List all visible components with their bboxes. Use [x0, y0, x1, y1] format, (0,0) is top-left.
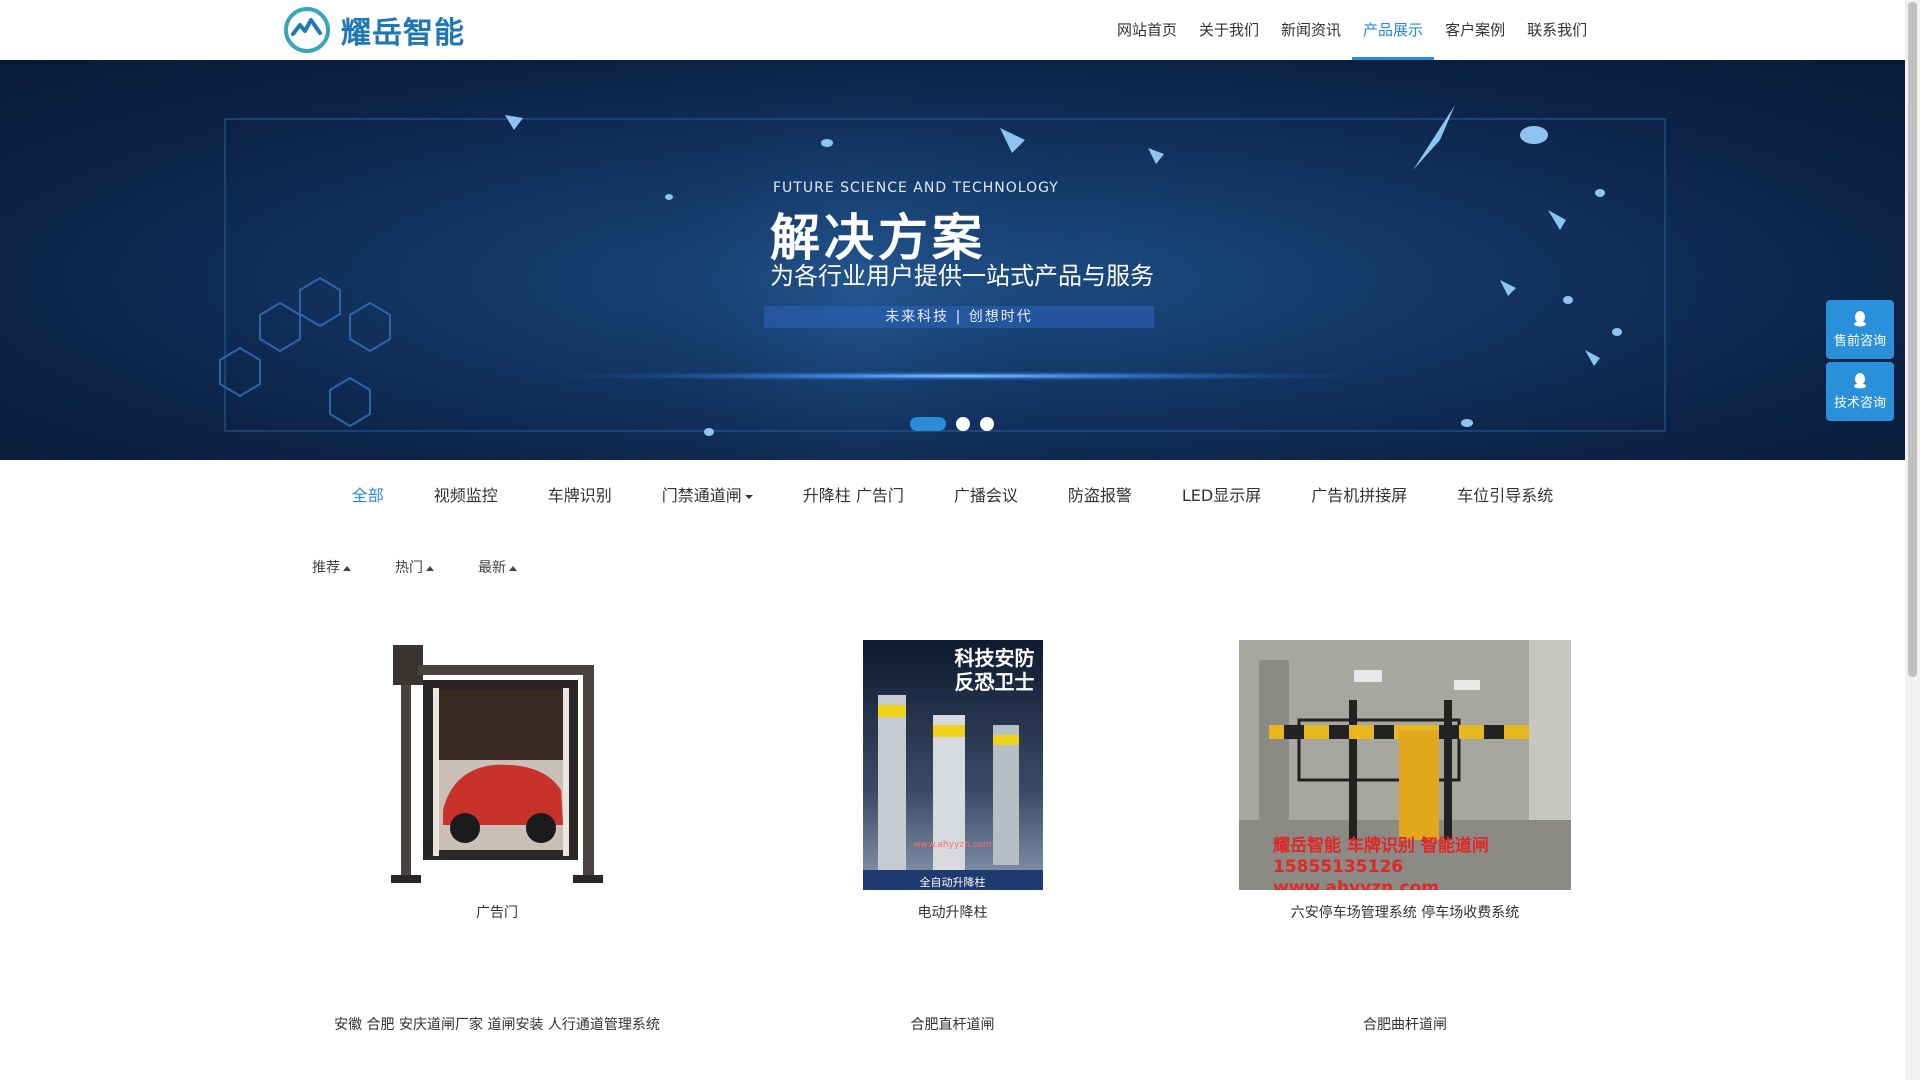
logo[interactable]: 耀岳智能	[283, 6, 465, 54]
caret-up-icon	[426, 565, 434, 571]
logo-mountain-icon	[284, 7, 330, 53]
sort-hot[interactable]: 热门	[395, 557, 434, 577]
product-caption[interactable]: 合肥曲杆道闸	[1215, 1014, 1595, 1034]
product-card[interactable]: 科技安防 反恐卫士 www.ahyyzn.com 全自动升降柱 电动升降柱	[780, 640, 1125, 922]
product-caption[interactable]: 六安停车场管理系统 停车场收费系统	[1215, 902, 1595, 922]
product-caption[interactable]: 合肥直杆道闸	[780, 1014, 1125, 1034]
product-image-text: 科技安防	[954, 646, 1035, 670]
site-header: 耀岳智能 网站首页 关于我们 新闻资讯 产品展示 客户案例 联系我们	[0, 0, 1905, 60]
product-card[interactable]: 合肥曲杆道闸	[1215, 1014, 1595, 1034]
page-scrollbar[interactable]	[1905, 0, 1920, 1080]
category-filter: 全部 视频监控 车牌识别 门禁通道闸 升降柱 广告门 广播会议 防盗报警 LED…	[0, 486, 1905, 506]
nav-home[interactable]: 网站首页	[1106, 0, 1188, 60]
scrollbar-thumb[interactable]	[1908, 2, 1917, 677]
product-caption[interactable]: 电动升降柱	[780, 902, 1125, 922]
nav-news[interactable]: 新闻资讯	[1270, 0, 1352, 60]
logo-text: 耀岳智能	[341, 16, 465, 51]
product-card[interactable]: 耀岳智能 车牌识别 智能道闸 15855135126 www.ahyyzn.co…	[1215, 640, 1595, 922]
category-led[interactable]: LED显示屏	[1157, 486, 1286, 506]
nav-about[interactable]: 关于我们	[1188, 0, 1270, 60]
product-image-text: 15855135126 www.ahyyzn.com	[1273, 857, 1440, 890]
category-bollard[interactable]: 升降柱 广告门	[778, 486, 929, 506]
tech-label: 技术咨询	[1833, 395, 1886, 411]
category-gate-label: 门禁通道闸	[661, 486, 742, 505]
nav-cases[interactable]: 客户案例	[1434, 0, 1516, 60]
product-image-url: www.ahyyzn.com	[913, 840, 992, 850]
main-nav: 网站首页 关于我们 新闻资讯 产品展示 客户案例 联系我们	[1106, 0, 1598, 60]
sort-label: 最新	[478, 560, 506, 576]
hero-banner[interactable]: FUTURE SCIENCE AND TECHNOLOGY 解决方案 为各行业用…	[0, 60, 1905, 460]
product-caption[interactable]: 广告门	[312, 902, 682, 922]
presale-consult-button[interactable]: 售前咨询	[1826, 300, 1894, 359]
category-plate[interactable]: 车牌识别	[523, 486, 637, 506]
banner-subtitle: FUTURE SCIENCE AND TECHNOLOGY	[773, 180, 1059, 196]
product-image[interactable]	[383, 640, 611, 890]
sort-label: 热门	[395, 560, 423, 576]
product-image-banner: 全自动升降柱	[919, 876, 986, 889]
category-broadcast[interactable]: 广播会议	[929, 486, 1043, 506]
carousel-dot-1[interactable]	[910, 417, 946, 431]
tech-consult-button[interactable]: 技术咨询	[1826, 362, 1894, 421]
carousel-dot-3[interactable]	[980, 417, 994, 431]
side-consult-panel: 售前咨询 技术咨询	[1826, 300, 1894, 424]
qq-icon	[1854, 372, 1866, 388]
category-alarm[interactable]: 防盗报警	[1043, 486, 1157, 506]
category-gate[interactable]: 门禁通道闸	[637, 486, 778, 506]
product-caption[interactable]: 安徽 合肥 安庆道闸厂家 道闸安装 人行通道管理系统	[312, 1014, 682, 1034]
sort-newest[interactable]: 最新	[478, 557, 517, 577]
caret-down-icon	[744, 494, 753, 499]
caret-up-icon	[509, 565, 517, 571]
category-ad-screen[interactable]: 广告机拼接屏	[1286, 486, 1432, 506]
qq-icon	[1854, 310, 1866, 326]
product-image[interactable]: 科技安防 反恐卫士 www.ahyyzn.com 全自动升降柱	[862, 640, 1043, 890]
caret-up-icon	[343, 565, 351, 571]
product-card[interactable]: 广告门	[312, 640, 682, 922]
sort-recommended[interactable]: 推荐	[312, 557, 351, 577]
carousel-dots	[910, 417, 994, 431]
carousel-dot-2[interactable]	[956, 417, 970, 431]
category-all[interactable]: 全部	[327, 486, 409, 506]
nav-products[interactable]: 产品展示	[1352, 0, 1435, 60]
sort-bar: 推荐 热门 最新	[312, 557, 517, 577]
product-card[interactable]: 安徽 合肥 安庆道闸厂家 道闸安装 人行通道管理系统	[312, 1014, 682, 1034]
product-image-text: 耀岳智能 车牌识别 智能道闸	[1273, 836, 1489, 856]
nav-contact[interactable]: 联系我们	[1516, 0, 1598, 60]
product-image-text: 反恐卫士	[954, 670, 1035, 694]
ad-door-image	[391, 645, 603, 883]
category-video[interactable]: 视频监控	[409, 486, 523, 506]
sort-label: 推荐	[312, 560, 340, 576]
product-image[interactable]: 耀岳智能 车牌识别 智能道闸 15855135126 www.ahyyzn.co…	[1239, 640, 1571, 890]
banner-slogan: 为各行业用户提供一站式产品与服务	[770, 262, 1154, 290]
banner-tag: 未来科技 | 创想时代	[764, 306, 1154, 328]
category-parking-guide[interactable]: 车位引导系统	[1432, 486, 1578, 506]
presale-label: 售前咨询	[1833, 333, 1886, 349]
product-card[interactable]: 合肥直杆道闸	[780, 1014, 1125, 1034]
